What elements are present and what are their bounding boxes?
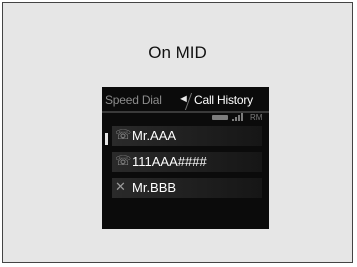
call-history-item[interactable]: ☏ 111AAA#### [112,152,262,172]
incoming-call-icon: ☏ [115,153,132,168]
mid-display: Speed Dial ◄ Call History RM ☏ Mr.AAA ☏ … [102,87,269,229]
caption: On MID [148,43,207,62]
illustration-frame: On MID Speed Dial ◄ Call History RM ☏ Mr… [2,2,353,263]
call-history-item[interactable]: ☏ Mr.AAA [112,126,262,146]
incoming-call-icon: ☏ [115,127,132,142]
call-history-item-label: Mr.AAA [132,128,177,143]
missed-call-icon: ✕ [115,179,126,194]
battery-icon [212,115,228,120]
roaming-indicator: RM [250,113,263,122]
signal-strength-icon [232,113,246,121]
tab-speed-dial[interactable]: Speed Dial [105,93,162,107]
call-history-item[interactable]: ✕ Mr.BBB [112,178,262,198]
tab-call-history[interactable]: Call History [194,93,253,107]
call-history-item-label: 111AAA#### [132,154,207,169]
selection-cursor [105,133,108,145]
call-history-item-label: Mr.BBB [132,180,177,195]
